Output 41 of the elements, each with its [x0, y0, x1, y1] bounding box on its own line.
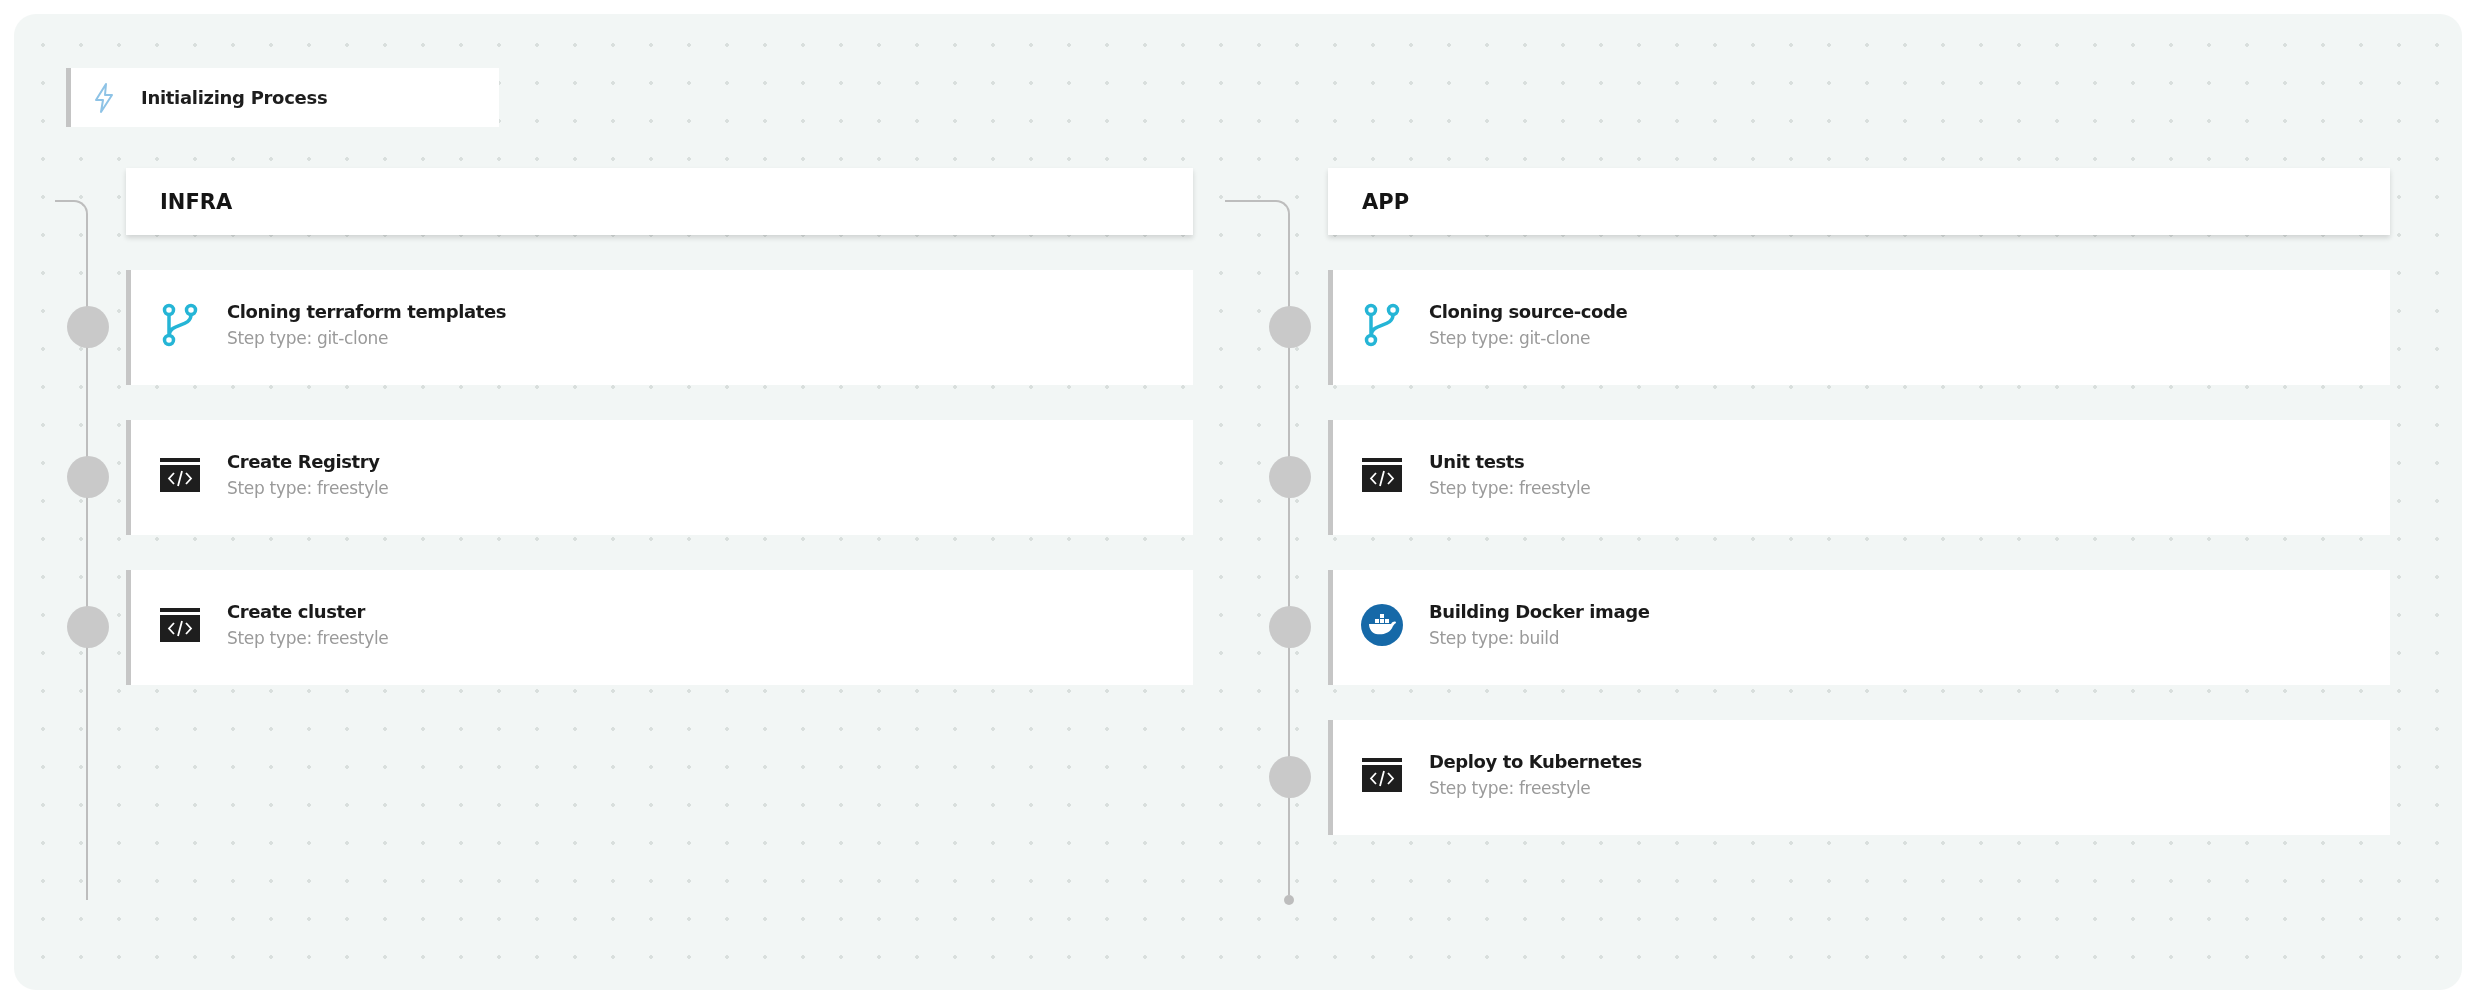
step-node: [67, 456, 109, 498]
step-type: Step type: freestyle: [227, 478, 389, 498]
step-card[interactable]: Building Docker image Step type: build: [1328, 570, 2390, 685]
connector-line: [1225, 200, 1290, 224]
step-type: Step type: git-clone: [1429, 328, 1592, 348]
step-node: [67, 606, 109, 648]
code-icon: [1362, 457, 1402, 492]
step-node: [67, 306, 109, 348]
step-title: Building Docker image: [1429, 601, 1650, 622]
step-node: [1269, 306, 1311, 348]
step-node: [1269, 756, 1311, 798]
step-type: Step type: build: [1429, 628, 1561, 648]
connector-line: [55, 200, 88, 224]
step-node: [1269, 606, 1311, 648]
stage-header: APP: [1328, 168, 2390, 235]
step-type: Step type: freestyle: [1429, 478, 1591, 498]
step-title: Create Registry: [227, 451, 381, 472]
code-icon: [1362, 757, 1402, 792]
step-type: Step type: git-clone: [227, 328, 390, 348]
code-icon: [160, 607, 200, 642]
step-title: Cloning source-code: [1429, 301, 1628, 322]
step-title: Create cluster: [227, 601, 367, 622]
step-card[interactable]: Cloning terraform templates Step type: git-clone: [126, 270, 1193, 385]
step-card[interactable]: Deploy to Kubernetes Step type: freestyle: [1328, 720, 2390, 835]
step-title: Deploy to Kubernetes: [1429, 751, 1642, 772]
whale-icon: [1361, 603, 1403, 646]
lightning-icon: [93, 82, 115, 113]
step-card[interactable]: Cloning source-code Step type: git-clone: [1328, 270, 2390, 385]
branch-icon: [162, 302, 198, 347]
code-icon: [160, 457, 200, 492]
branch-icon: [1364, 302, 1400, 347]
step-node: [1269, 456, 1311, 498]
step-title: Cloning terraform templates: [227, 301, 506, 322]
step-title: Unit tests: [1429, 451, 1526, 472]
step-card[interactable]: Unit tests Step type: freestyle: [1328, 420, 2390, 535]
step-type: Step type: freestyle: [1429, 778, 1592, 798]
stage-header: INFRA: [126, 168, 1193, 235]
step-card[interactable]: Create cluster Step type: freestyle: [126, 570, 1193, 685]
step-type: Step type: freestyle: [227, 628, 389, 648]
step-card[interactable]: Create Registry Step type: freestyle: [126, 420, 1193, 535]
start-step-title: Initializing Process: [141, 87, 328, 108]
